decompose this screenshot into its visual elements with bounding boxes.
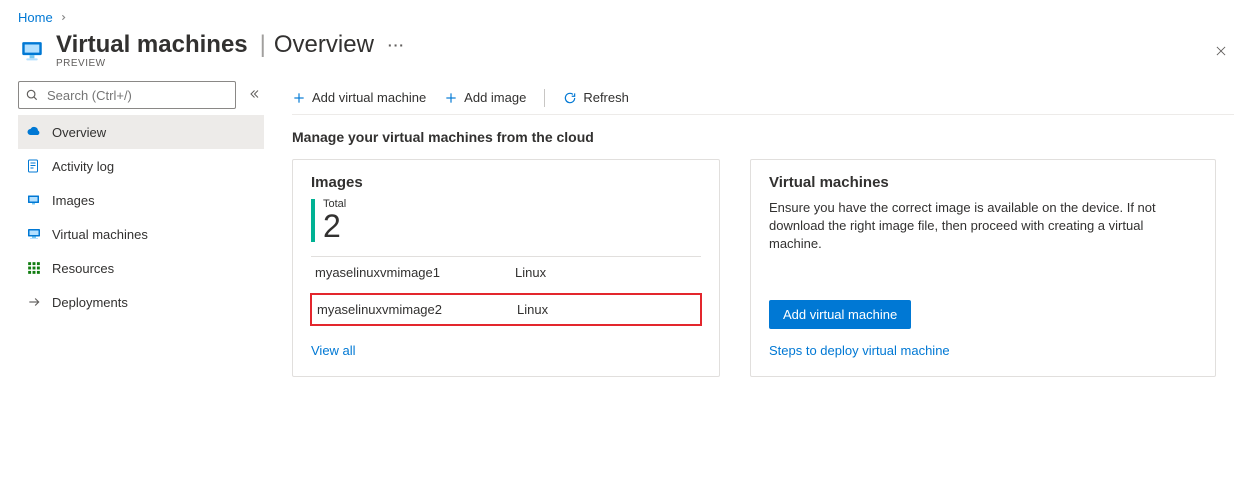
log-icon bbox=[26, 158, 42, 174]
search-box[interactable] bbox=[18, 81, 236, 109]
add-vm-button[interactable]: Add virtual machine bbox=[292, 90, 426, 105]
image-os-cell: Linux bbox=[513, 294, 699, 325]
card-description: Ensure you have the correct image is ava… bbox=[769, 199, 1197, 254]
sidebar-item-images[interactable]: Images bbox=[18, 183, 264, 217]
image-name-cell: myaselinuxvmimage1 bbox=[311, 257, 511, 288]
sidebar-item-label: Virtual machines bbox=[52, 227, 148, 242]
card-title: Virtual machines bbox=[769, 174, 1197, 191]
virtual-machines-card: Virtual machines Ensure you have the cor… bbox=[750, 159, 1216, 377]
page-subtitle: Manage your virtual machines from the cl… bbox=[292, 129, 1234, 145]
sidebar-item-overview[interactable]: Overview bbox=[18, 115, 264, 149]
search-input[interactable] bbox=[45, 87, 229, 104]
images-card: Images Total 2 myaselinuxvmimage1 Linux bbox=[292, 159, 720, 377]
total-accent-bar bbox=[311, 199, 315, 242]
toolbar-label: Add image bbox=[464, 90, 526, 105]
sidebar-item-deployments[interactable]: Deployments bbox=[18, 285, 264, 319]
cloud-icon bbox=[26, 124, 42, 140]
vm-service-icon bbox=[18, 37, 46, 65]
toolbar-label: Add virtual machine bbox=[312, 90, 426, 105]
breadcrumb: Home bbox=[18, 10, 1234, 25]
view-all-link[interactable]: View all bbox=[311, 343, 356, 358]
steps-link[interactable]: Steps to deploy virtual machine bbox=[769, 343, 1197, 358]
search-icon bbox=[25, 88, 39, 102]
sidebar-item-label: Deployments bbox=[52, 295, 128, 310]
card-title: Images bbox=[311, 174, 701, 191]
toolbar-label: Refresh bbox=[583, 90, 629, 105]
close-button[interactable] bbox=[1208, 39, 1234, 67]
sidebar-item-virtual-machines[interactable]: Virtual machines bbox=[18, 217, 264, 251]
sidebar-item-resources[interactable]: Resources bbox=[18, 251, 264, 285]
sidebar: Overview Activity log Images bbox=[18, 81, 264, 377]
sidebar-item-label: Resources bbox=[52, 261, 114, 276]
sidebar-item-activity-log[interactable]: Activity log bbox=[18, 149, 264, 183]
sidebar-item-label: Activity log bbox=[52, 159, 114, 174]
breadcrumb-home[interactable]: Home bbox=[18, 10, 53, 25]
deployment-icon bbox=[26, 294, 42, 310]
sidebar-item-label: Overview bbox=[52, 125, 106, 140]
table-row[interactable]: myaselinuxvmimage2 Linux bbox=[311, 294, 701, 325]
vm-icon bbox=[26, 226, 42, 242]
page-section: Overview bbox=[274, 33, 374, 57]
add-image-button[interactable]: Add image bbox=[444, 90, 526, 105]
toolbar-separator bbox=[544, 89, 545, 107]
image-name-cell: myaselinuxvmimage2 bbox=[313, 294, 513, 325]
refresh-button[interactable]: Refresh bbox=[563, 90, 629, 105]
page-title: Virtual machines bbox=[56, 33, 248, 57]
plus-icon bbox=[292, 91, 306, 105]
image-os-cell: Linux bbox=[511, 257, 701, 288]
table-row[interactable]: myaselinuxvmimage1 Linux bbox=[311, 256, 701, 288]
preview-tag: PREVIEW bbox=[56, 59, 405, 69]
add-vm-primary-button[interactable]: Add virtual machine bbox=[769, 300, 911, 329]
toolbar: Add virtual machine Add image Refresh bbox=[292, 81, 1234, 115]
plus-icon bbox=[444, 91, 458, 105]
refresh-icon bbox=[563, 91, 577, 105]
title-separator: | bbox=[260, 33, 266, 57]
more-icon[interactable]: ··· bbox=[388, 38, 405, 52]
total-value: 2 bbox=[323, 210, 346, 242]
chevron-right-icon bbox=[59, 10, 68, 25]
grid-icon bbox=[26, 260, 42, 276]
sidebar-item-label: Images bbox=[52, 193, 95, 208]
image-icon bbox=[26, 192, 42, 208]
collapse-sidebar-icon[interactable] bbox=[244, 86, 264, 105]
